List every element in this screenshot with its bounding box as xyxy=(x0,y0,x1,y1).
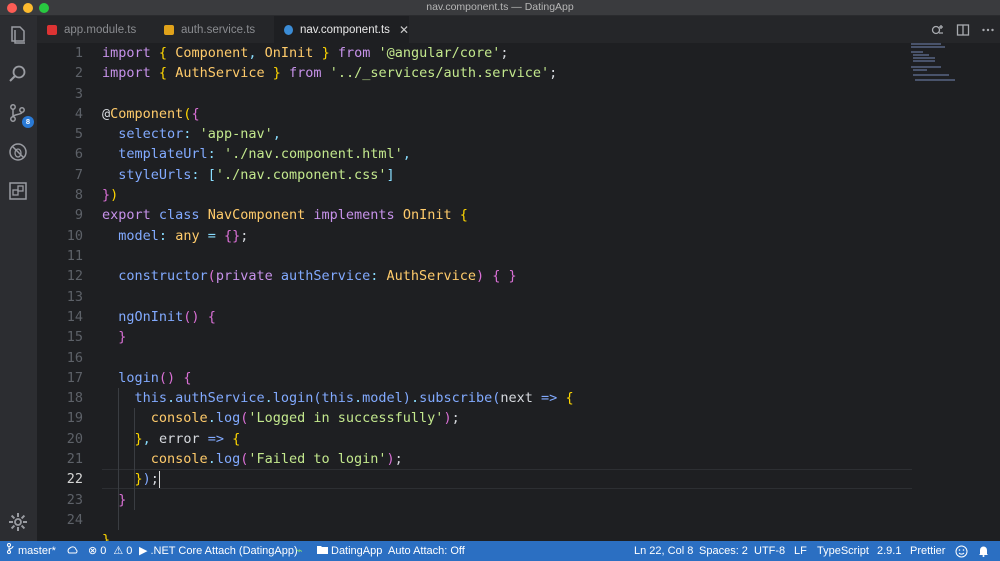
line-number: 14 xyxy=(66,309,83,325)
title-bar: nav.component.ts — DatingApp xyxy=(0,0,1000,16)
line-number: 21 xyxy=(66,451,83,467)
line-number: 11 xyxy=(66,248,83,264)
code-line-9: export class NavComponent implements OnI… xyxy=(102,207,468,223)
code-line-7: styleUrls: ['./nav.component.css'] xyxy=(118,167,395,183)
code-line-2: import { AuthService } from '../_service… xyxy=(102,65,558,81)
code-line-19: console.log('Logged in successfully'); xyxy=(150,410,460,426)
typescript-icon xyxy=(284,24,293,35)
line-number: 17 xyxy=(66,370,83,386)
line-number: 5 xyxy=(74,126,83,142)
auto-attach-toggle[interactable]: Auto Attach: Off xyxy=(388,541,465,561)
error-icon: ⊗ xyxy=(88,545,98,558)
line-number: 15 xyxy=(66,329,83,345)
code-line-14: ngOnInit() { xyxy=(118,309,216,325)
formatter-indicator[interactable]: Prettier xyxy=(910,541,945,561)
code-line-4: @Component({ xyxy=(102,106,200,122)
line-number: 12 xyxy=(66,268,83,284)
search-icon[interactable] xyxy=(7,63,29,85)
folder-icon xyxy=(317,541,328,561)
language-mode[interactable]: TypeScript xyxy=(817,541,869,561)
window-title: nav.component.ts — DatingApp xyxy=(426,1,574,13)
branch-indicator[interactable]: master* xyxy=(7,541,56,561)
code-line-18: this.authService.login(this.model).subsc… xyxy=(134,390,574,406)
code-line-5: selector: 'app-nav', xyxy=(118,126,281,142)
line-number: 10 xyxy=(66,228,83,244)
tab-nav-component[interactable]: nav.component.ts ✕ xyxy=(274,16,409,43)
indentation-setting[interactable]: Spaces: 2 xyxy=(699,541,748,561)
extensions-icon[interactable] xyxy=(7,180,29,202)
line-number: 6 xyxy=(74,146,83,162)
status-bar: master* ⊗ 0 ⚠ 0 ▶ .NET Core Attach (DatingA… xyxy=(0,541,1000,561)
code-line-17: login() { xyxy=(118,370,192,386)
angular-icon xyxy=(47,24,57,35)
line-number: 4 xyxy=(74,106,83,122)
code-line-15: } xyxy=(118,329,127,345)
debug-config[interactable]: ▶ .NET Core Attach (DatingApp) xyxy=(139,541,298,561)
code-line-23: } xyxy=(118,492,127,508)
line-number: 19 xyxy=(66,410,83,426)
line-number: 7 xyxy=(74,167,83,183)
line-number: 1 xyxy=(74,45,83,61)
play-icon: ▶ xyxy=(139,545,148,558)
sync-icon[interactable] xyxy=(66,541,78,561)
code-line-21: console.log('Failed to login'); xyxy=(150,451,403,467)
explorer-icon[interactable] xyxy=(7,24,29,46)
git-branch-icon xyxy=(7,541,15,561)
code-line-20: }, error => { xyxy=(134,431,241,447)
feedback-smiley-icon[interactable] xyxy=(955,541,968,561)
more-actions-icon[interactable] xyxy=(981,22,995,36)
line-number: 24 xyxy=(66,512,83,528)
notifications-bell-icon[interactable] xyxy=(978,541,989,561)
line-number: 2 xyxy=(74,65,83,81)
live-share-icon[interactable]: ⌁ xyxy=(296,541,303,561)
typescript-version[interactable]: 2.9.1 xyxy=(877,541,901,561)
split-editor-icon[interactable] xyxy=(956,22,970,36)
code-line-22: }); xyxy=(134,471,159,487)
cursor-position[interactable]: Ln 22, Col 8 xyxy=(634,541,693,561)
code-line-10: model: any = {}; xyxy=(118,228,249,244)
source-control-badge: 8 xyxy=(22,116,34,128)
tab-bar: app.module.ts auth.service.ts nav.compon… xyxy=(37,16,1000,43)
text-cursor xyxy=(159,471,160,488)
open-changes-icon[interactable] xyxy=(931,22,945,36)
source-control-icon[interactable]: 8 xyxy=(7,102,34,128)
code-line-6: templateUrl: './nav.component.html', xyxy=(118,146,411,162)
problems-indicator[interactable]: ⊗ 0 ⚠ 0 xyxy=(88,541,132,561)
line-number: 3 xyxy=(74,86,83,102)
settings-gear-icon[interactable] xyxy=(7,511,29,533)
folder-indicator[interactable]: DatingApp xyxy=(317,541,382,561)
code-line-1: import { Component, OnInit } from '@angu… xyxy=(102,45,509,61)
line-number: 22 xyxy=(66,471,83,487)
code-area[interactable]: import { Component, OnInit } from '@angu… xyxy=(102,43,942,541)
current-line-highlight xyxy=(102,469,912,489)
line-number: 8 xyxy=(74,187,83,203)
code-editor[interactable]: 1 2 3 4 5 6 7 8 9 10 11 12 13 14 15 16 17 18 19 20 21 22 23 24 … xyxy=(37,43,1000,541)
line-number: 9 xyxy=(74,207,83,223)
line-number-gutter: 1 2 3 4 5 6 7 8 9 10 11 12 13 14 15 16 17 18 19 20 21 22 23 24 xyxy=(37,43,93,541)
eol-setting[interactable]: LF xyxy=(794,541,807,561)
debug-icon[interactable] xyxy=(7,141,29,163)
angular-icon xyxy=(164,24,174,35)
line-number: 16 xyxy=(66,350,83,366)
line-number: 18 xyxy=(66,390,83,406)
line-number: 20 xyxy=(66,431,83,447)
close-tab-icon[interactable]: ✕ xyxy=(399,23,409,37)
tab-app-module[interactable]: app.module.ts xyxy=(37,16,152,43)
line-number: 13 xyxy=(66,289,83,305)
warning-icon: ⚠ xyxy=(113,545,124,558)
code-line-12: constructor(private authService: AuthSer… xyxy=(118,268,517,284)
encoding-setting[interactable]: UTF-8 xyxy=(754,541,785,561)
code-line-8: }) xyxy=(102,187,119,203)
tab-auth-service[interactable]: auth.service.ts xyxy=(154,16,272,43)
activity-bar: 8 xyxy=(0,16,37,541)
code-line-25: } xyxy=(102,532,111,541)
line-number: 23 xyxy=(66,492,83,508)
